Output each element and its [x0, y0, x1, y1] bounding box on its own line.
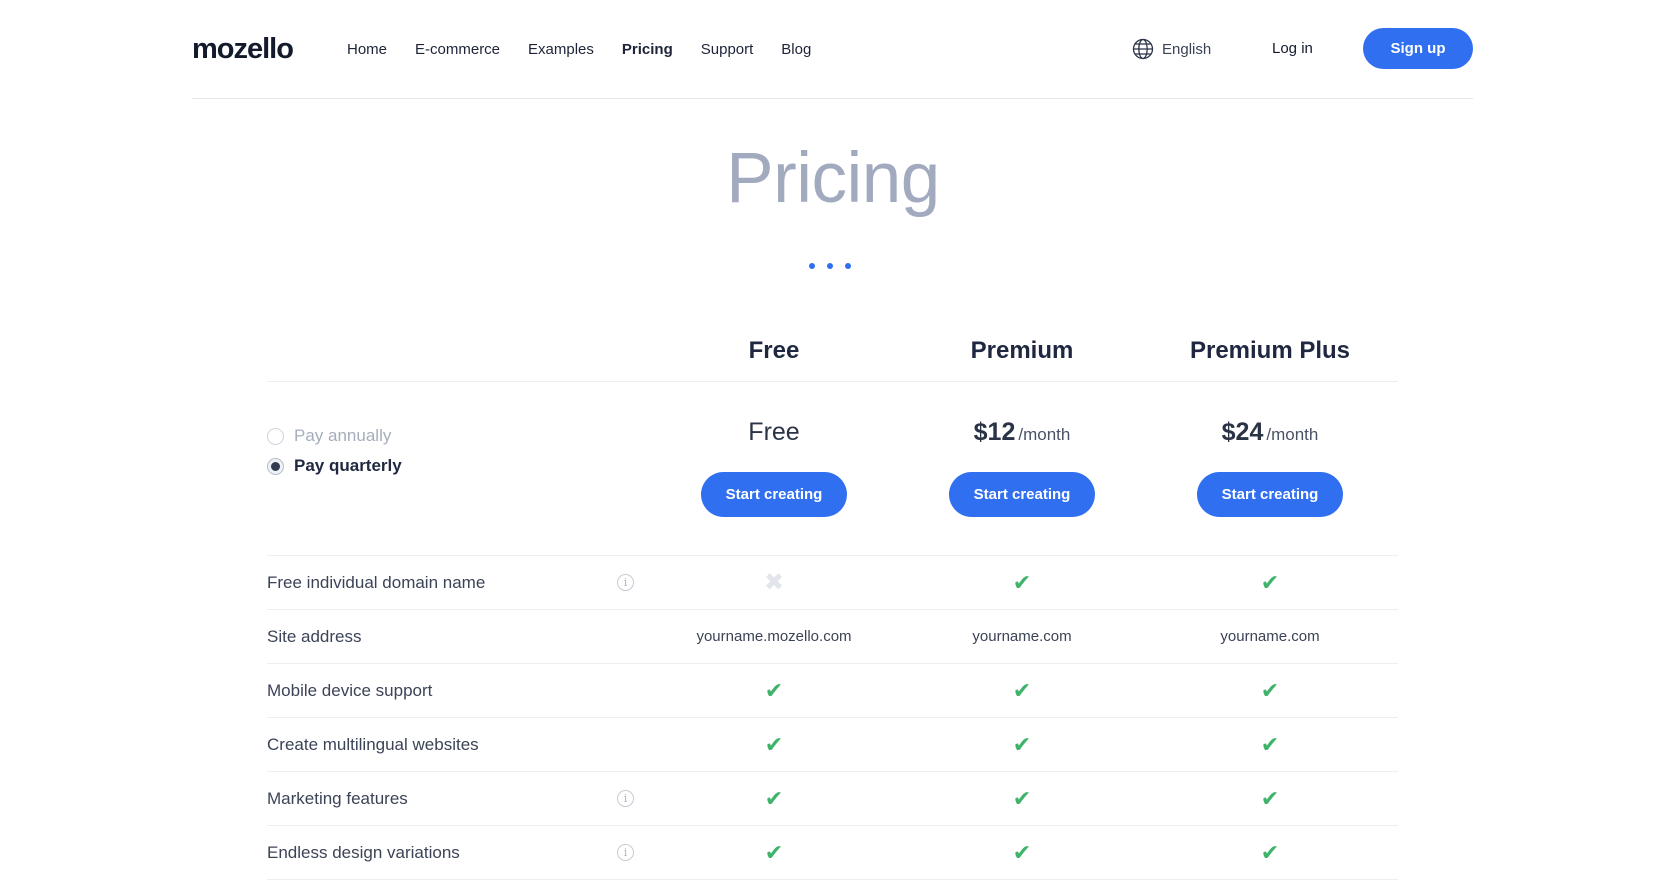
- check-icon: ✔: [764, 839, 784, 865]
- info-icon[interactable]: i: [617, 574, 634, 591]
- nav-examples[interactable]: Examples: [528, 41, 594, 58]
- plan-name-free: Free: [748, 337, 800, 364]
- nav-blog[interactable]: Blog: [781, 41, 811, 58]
- login-link[interactable]: Log in: [1272, 40, 1313, 57]
- check-icon: ✔: [764, 785, 784, 811]
- billing-label-quarterly: Pay quarterly: [294, 456, 402, 475]
- mozello-logo[interactable]: mozello: [192, 33, 294, 66]
- radio-annual[interactable]: [267, 427, 284, 445]
- page-title: Pricing: [726, 139, 940, 218]
- feature-label: Create multilingual websites: [267, 735, 479, 754]
- title-dots-decoration: [809, 263, 851, 269]
- plan-header-divider: [267, 381, 1398, 382]
- radio-quarterly[interactable]: [267, 457, 284, 475]
- feature-label: Marketing features: [267, 789, 408, 808]
- check-icon: ✔: [1012, 785, 1032, 811]
- check-icon: ✔: [764, 731, 784, 757]
- info-icon[interactable]: i: [617, 790, 634, 807]
- plan-name-premium-plus: Premium Plus: [1189, 337, 1351, 364]
- price-period: /month: [1266, 425, 1319, 444]
- feature-label: Free individual domain name: [267, 573, 486, 592]
- price-amount: $24: [1221, 418, 1264, 446]
- nav-support[interactable]: Support: [701, 41, 754, 58]
- feature-value: yourname.com: [972, 628, 1072, 645]
- feature-value: yourname.com: [1220, 628, 1320, 645]
- check-icon: ✔: [1260, 839, 1280, 865]
- cross-icon: ✖: [763, 569, 785, 596]
- site-header: mozello Home E-commerce Examples Pricing…: [192, 28, 1473, 71]
- language-selector[interactable]: English: [1132, 38, 1211, 60]
- start-creating-premium-plus-button[interactable]: Start creating: [1197, 472, 1343, 517]
- globe-icon: [1132, 38, 1154, 60]
- price-amount: Free: [748, 418, 800, 446]
- feature-value: yourname.mozello.com: [696, 628, 852, 645]
- signup-button[interactable]: Sign up: [1363, 28, 1473, 69]
- price-premium-plus: $24/month: [1150, 418, 1390, 447]
- check-icon: ✔: [1260, 785, 1280, 811]
- feature-row: Site address yourname.mozello.com yourname…: [267, 610, 1398, 664]
- start-creating-premium-button[interactable]: Start creating: [949, 472, 1095, 517]
- billing-option-annual[interactable]: Pay annually: [267, 426, 391, 446]
- feature-row: Create multilingual websites ✔ ✔ ✔: [267, 718, 1398, 772]
- feature-row: Marketing features i ✔ ✔ ✔: [267, 772, 1398, 826]
- pricing-page: mozello Home E-commerce Examples Pricing…: [0, 0, 1666, 880]
- nav-ecommerce[interactable]: E-commerce: [415, 41, 500, 58]
- main-nav: Home E-commerce Examples Pricing Support…: [347, 41, 811, 58]
- price-free: Free: [654, 418, 894, 447]
- check-icon: ✔: [1012, 677, 1032, 703]
- feature-label: Site address: [267, 627, 362, 646]
- check-icon: ✔: [764, 677, 784, 703]
- nav-pricing[interactable]: Pricing: [622, 41, 673, 58]
- nav-home[interactable]: Home: [347, 41, 387, 58]
- billing-label-annual: Pay annually: [294, 426, 392, 445]
- feature-table: Free individual domain name i ✖ ✔ ✔ Site addr…: [267, 555, 1398, 880]
- feature-label: Endless design variations: [267, 843, 460, 862]
- check-icon: ✔: [1012, 839, 1032, 865]
- feature-row: Endless design variations i ✔ ✔ ✔: [267, 826, 1398, 880]
- check-icon: ✔: [1260, 677, 1280, 703]
- check-icon: ✔: [1012, 731, 1032, 757]
- price-premium: $12/month: [902, 418, 1142, 447]
- billing-option-quarterly[interactable]: Pay quarterly: [267, 456, 402, 476]
- info-icon[interactable]: i: [617, 844, 634, 861]
- language-label: English: [1162, 40, 1212, 58]
- feature-label: Mobile device support: [267, 681, 433, 700]
- header-divider: [192, 98, 1473, 99]
- check-icon: ✔: [1260, 731, 1280, 757]
- feature-row: Mobile device support ✔ ✔ ✔: [267, 664, 1398, 718]
- check-icon: ✔: [1012, 569, 1032, 595]
- check-icon: ✔: [1260, 569, 1280, 595]
- price-amount: $12: [973, 418, 1016, 446]
- feature-row: Free individual domain name i ✖ ✔ ✔: [267, 556, 1398, 610]
- start-creating-free-button[interactable]: Start creating: [701, 472, 847, 517]
- plan-name-premium: Premium: [970, 337, 1074, 364]
- price-period: /month: [1018, 425, 1071, 444]
